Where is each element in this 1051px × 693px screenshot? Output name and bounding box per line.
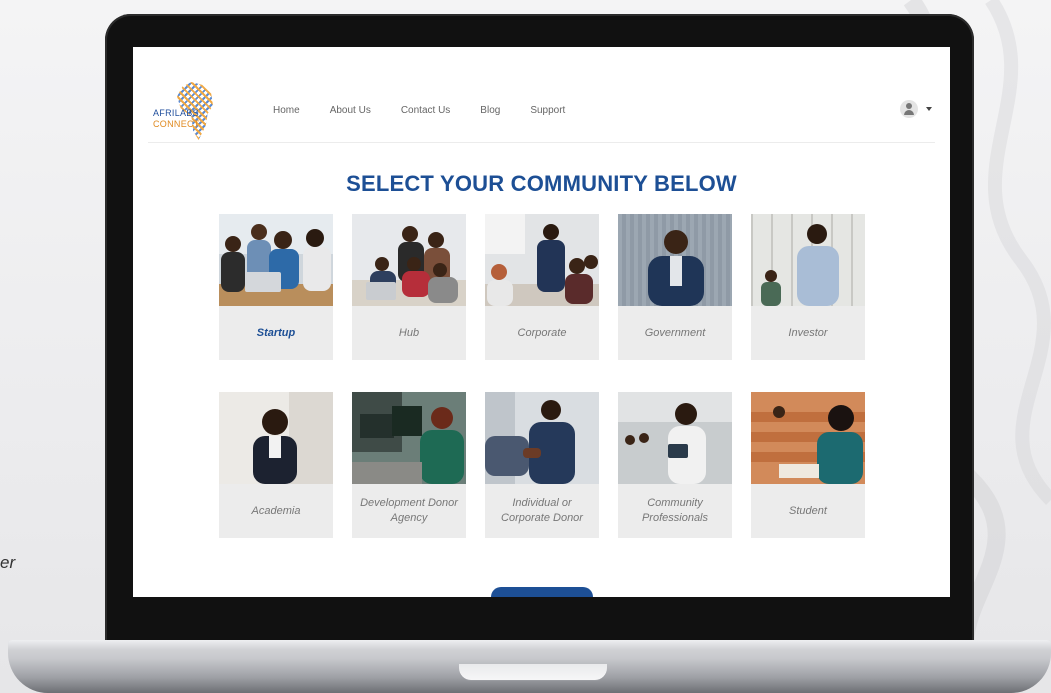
header-divider	[148, 142, 935, 143]
logo-text-line1: AFRILABS	[153, 108, 199, 118]
community-card-individual-or-corporate-donor[interactable]: Individual or Corporate Donor	[485, 392, 599, 538]
nav-support[interactable]: Support	[530, 105, 565, 116]
community-card-label: Development Donor Agency	[360, 497, 458, 524]
student-photo	[751, 392, 865, 484]
nav-home[interactable]: Home	[273, 105, 300, 116]
government-photo	[618, 214, 732, 306]
community-card-label: Individual or Corporate Donor	[501, 497, 583, 524]
nav-blog[interactable]: Blog	[480, 105, 500, 116]
community-card-development-donor-agency[interactable]: Development Donor Agency	[352, 392, 466, 538]
academia-photo	[219, 392, 333, 484]
community-professionals-photo	[618, 392, 732, 484]
community-card-label: Corporate	[517, 326, 567, 339]
hub-photo	[352, 214, 466, 306]
community-card-hub[interactable]: Hub	[352, 214, 466, 360]
community-card-student[interactable]: Student	[751, 392, 865, 538]
startup-photo	[219, 214, 333, 306]
main-nav: Home About Us Contact Us Blog Support	[273, 105, 595, 116]
community-card-government[interactable]: Government	[618, 214, 732, 360]
nav-contact-us[interactable]: Contact Us	[401, 105, 450, 116]
individual-donor-photo	[485, 392, 599, 484]
community-card-label: Community Professionals	[641, 497, 709, 524]
community-card-investor[interactable]: Investor	[751, 214, 865, 360]
page-title: SELECT YOUR COMMUNITY BELOW	[346, 171, 737, 196]
user-avatar-icon	[900, 100, 918, 118]
continue-button[interactable]	[491, 587, 593, 597]
community-card-academia[interactable]: Academia	[219, 392, 333, 538]
community-card-corporate[interactable]: Corporate	[485, 214, 599, 360]
laptop-screen: AFRILABS CONNECT Home About Us Contact U…	[133, 47, 950, 597]
investor-photo	[751, 214, 865, 306]
nav-about-us[interactable]: About Us	[330, 105, 371, 116]
side-text-fragment: er	[0, 553, 16, 572]
community-card-startup[interactable]: Startup	[219, 214, 333, 360]
laptop-notch	[459, 664, 607, 680]
development-donor-photo	[352, 392, 466, 484]
community-card-community-professionals[interactable]: Community Professionals	[618, 392, 732, 538]
community-card-label: Hub	[398, 326, 420, 339]
community-card-label: Student	[789, 504, 827, 517]
afrilabs-logo[interactable]: AFRILABS CONNECT	[145, 82, 223, 142]
logo-text-line2: CONNECT	[153, 119, 200, 129]
community-card-label: Government	[644, 326, 706, 339]
corporate-photo	[485, 214, 599, 306]
user-menu[interactable]	[900, 100, 932, 118]
community-card-label: Academia	[251, 504, 301, 517]
laptop-base-edge	[8, 640, 1051, 650]
community-card-label: Investor	[788, 326, 828, 339]
community-card-label: Startup	[256, 326, 296, 339]
chevron-down-icon	[926, 107, 932, 111]
